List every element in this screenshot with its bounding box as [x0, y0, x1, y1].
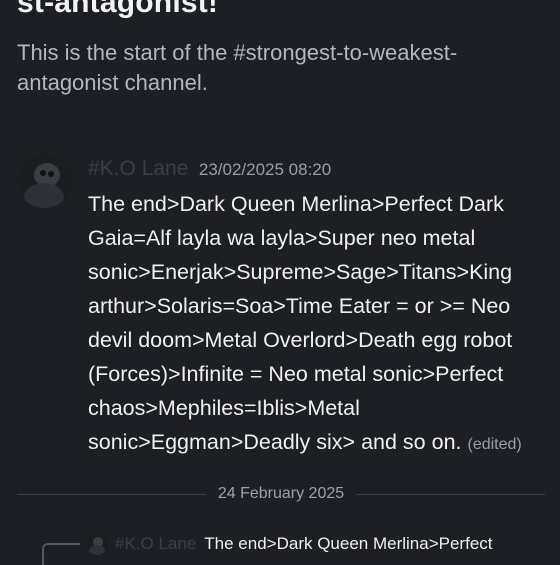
- divider-line-right: [356, 493, 545, 495]
- date-divider-label: 24 February 2025: [217, 485, 345, 502]
- message-timestamp[interactable]: 23/02/2025 08:20: [199, 160, 331, 179]
- user-avatar-icon[interactable]: [86, 533, 108, 555]
- edited-tag: (edited): [467, 436, 522, 453]
- user-avatar-icon[interactable]: [17, 153, 72, 208]
- channel-welcome-heading: st-antagonist!: [17, 0, 219, 19]
- avatar-image: [17, 153, 72, 208]
- message-author[interactable]: #K.O Lane: [88, 157, 188, 180]
- reply-connector: [42, 543, 80, 565]
- divider-line-left: [17, 493, 206, 495]
- channel-intro-text: This is the start of the #strongest-to-w…: [17, 40, 458, 95]
- reply-preview[interactable]: #K.O Lane The end>Dark Queen Merlina>Per…: [86, 532, 493, 556]
- reply-author[interactable]: #K.O Lane: [115, 534, 196, 554]
- reply-avatar-image: [86, 533, 108, 555]
- date-divider: 24 February 2025: [17, 484, 545, 504]
- reply-text[interactable]: The end>Dark Queen Merlina>Perfect: [204, 534, 492, 554]
- message-content: The end>Dark Queen Merlina>Perfect Dark …: [88, 187, 554, 462]
- message-header: #K.O Lane 23/02/2025 08:20: [88, 157, 554, 185]
- message-body: #K.O Lane 23/02/2025 08:20 The end>Dark …: [88, 157, 554, 462]
- message-text: The end>Dark Queen Merlina>Perfect Dark …: [88, 192, 513, 454]
